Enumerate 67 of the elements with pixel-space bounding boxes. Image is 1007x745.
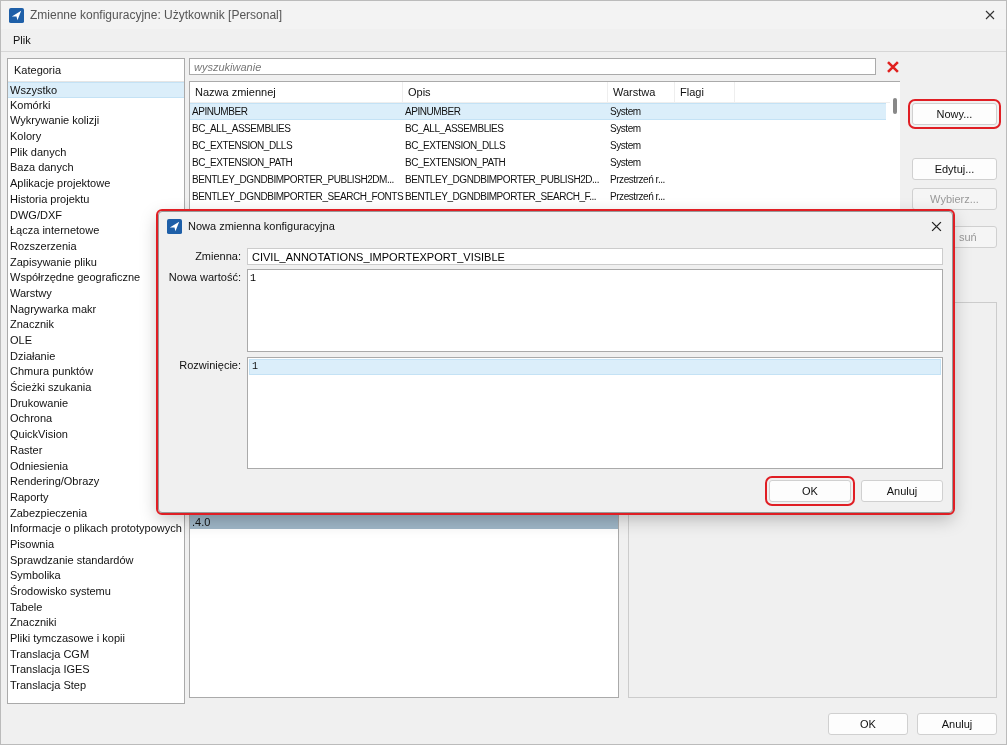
footer-button[interactable]: OK [828, 713, 908, 735]
category-item[interactable]: Aplikacje projektowe [8, 176, 184, 192]
category-item[interactable]: Komórki [8, 97, 184, 114]
table-cell-text: APINUMBER [404, 105, 462, 119]
table-row[interactable]: BC_EXTENSION_DLLS BC_EXTENSION_DLLS System [190, 137, 886, 154]
column-header[interactable]: Nazwa zmiennej [190, 82, 403, 102]
table-row[interactable]: BC_ALL_ASSEMBLIES BC_ALL_ASSEMBLIES System [190, 120, 886, 137]
window-title: Zmienne konfiguracyjne: Użytkownik [Personal] [30, 8, 283, 22]
category-item[interactable]: Informacje o plikach prototypowych [8, 521, 184, 537]
category-item[interactable]: Wszystko [8, 82, 184, 98]
field-label: Zmienna: [194, 249, 241, 264]
table-cell-text: System [609, 139, 642, 153]
table-cell-text: BENTLEY_DGNDBIMPORTER_PUBLISH2D... [404, 173, 601, 187]
table-cell-text: Przestrzeń r... [609, 190, 666, 204]
variable-field[interactable]: CIVIL_ANNOTATIONS_IMPORTEXPORT_VISIBLE [247, 248, 943, 265]
column-header[interactable]: Opis [403, 82, 608, 102]
table-cell-text: System [609, 122, 642, 136]
category-item[interactable]: Środowisko systemu [8, 584, 184, 600]
app-logo-icon [167, 218, 182, 234]
field-label: Nowa wartość: [167, 270, 241, 285]
table-cell-text: APINUMBER [191, 105, 249, 119]
table-cell-text: BC_EXTENSION_PATH [404, 156, 507, 170]
app-logo-icon [9, 7, 24, 23]
table-row[interactable]: BC_EXTENSION_PATH BC_EXTENSION_PATH System [190, 154, 886, 171]
table-cell-text: BC_EXTENSION_DLLS [191, 139, 294, 153]
side-button[interactable]: Edytuj... [912, 158, 997, 180]
menu-item[interactable]: Plik [13, 34, 31, 46]
category-item[interactable]: Translacja CGM [8, 646, 184, 663]
scrollbar-thumb[interactable] [893, 98, 897, 114]
table-cell-text: BENTLEY_DGNDBIMPORTER_SEARCH_F... [404, 190, 598, 204]
table-cell-text: BC_ALL_ASSEMBLIES [404, 122, 505, 136]
category-item[interactable]: Baza danych [8, 160, 184, 177]
dialog-button[interactable]: Anuluj [861, 480, 943, 502]
category-item[interactable]: Symbolika [8, 568, 184, 584]
table-row[interactable]: BENTLEY_DGNDBIMPORTER_PUBLISH2DM... BENTLEY_DGNDBIMPORTER_PUBLISH2D... Przestrzeń r... [190, 171, 886, 188]
table-row[interactable]: APINUMBER APINUMBER System [190, 103, 886, 120]
category-item[interactable]: Pliki tymczasowe i kopii [8, 631, 184, 647]
value-row[interactable]: .4.0 [190, 515, 618, 529]
close-icon[interactable] [931, 220, 942, 232]
table-cell-text: BC_ALL_ASSEMBLIES [191, 122, 292, 136]
category-item[interactable]: Kolory [8, 129, 184, 145]
category-item[interactable]: Znaczniki [8, 615, 184, 632]
category-item[interactable]: Sprawdzanie standardów [8, 552, 184, 569]
table-cell-text: System [609, 156, 642, 170]
category-item[interactable]: Pisownia [8, 536, 184, 553]
dialog-title: Nowa zmienna konfiguracyjna [188, 220, 335, 232]
category-item[interactable]: Plik danych [8, 144, 184, 161]
table-cell-text: System [609, 105, 642, 119]
category-item[interactable]: Translacja IGES [8, 662, 184, 679]
table-cell-text: BC_EXTENSION_PATH [191, 156, 294, 170]
table-cell-text: Przestrzeń r... [609, 173, 666, 187]
search-field[interactable]: wyszukiwanie [189, 58, 877, 75]
category-item[interactable]: Translacja Step [8, 678, 184, 694]
column-header[interactable]: Flagi [675, 82, 735, 102]
category-item[interactable]: Tabele [8, 599, 184, 616]
category-item[interactable]: Wykrywanie kolizji [8, 113, 184, 130]
table-cell-text: BENTLEY_DGNDBIMPORTER_PUBLISH2DM... [191, 173, 395, 187]
column-header[interactable]: Warstwa [608, 82, 675, 102]
clear-icon[interactable] [886, 59, 900, 74]
field-label: Rozwinięcie: [178, 358, 241, 373]
value-field[interactable]: 1 [247, 269, 943, 352]
table-row[interactable]: BENTLEY_DGNDBIMPORTER_SEARCH_FONTS BENTLEY_DGNDBIMPORTER_SEARCH_F... Przestrzeń r... [190, 188, 886, 205]
table-cell-text: BC_EXTENSION_DLLS [404, 139, 507, 153]
category-item[interactable]: Historia projektu [8, 191, 184, 208]
footer-button[interactable]: Anuluj [917, 713, 997, 735]
table-cell-text: BENTLEY_DGNDBIMPORTER_SEARCH_FONTS [191, 190, 403, 204]
close-icon[interactable] [985, 10, 995, 20]
